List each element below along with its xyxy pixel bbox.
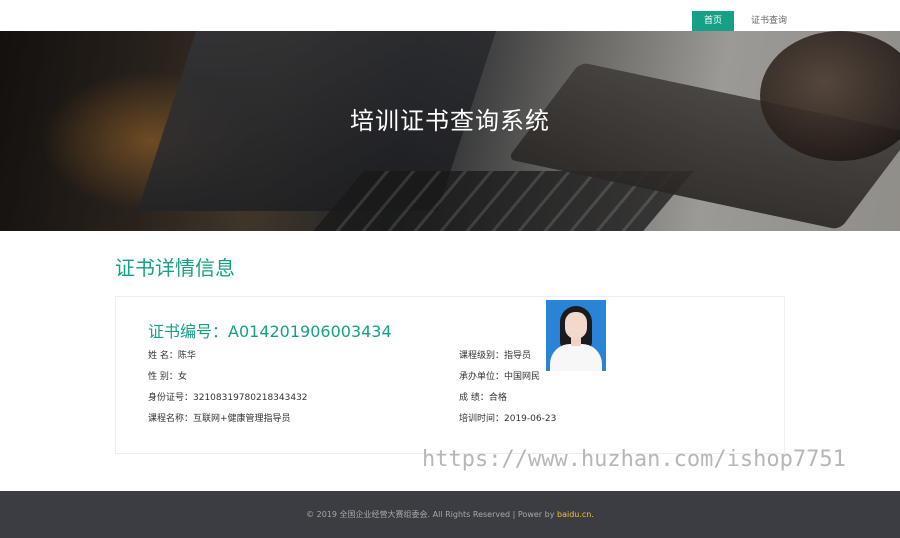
footer-copyright: © 2019 全国企业经营大赛组委会. All Rights Reserved …: [0, 509, 900, 520]
photo-face: [565, 312, 587, 339]
field-score: 成 绩：合格: [459, 393, 507, 403]
footer-power-link[interactable]: baidu.cn.: [557, 510, 594, 519]
footer-copyright-text: © 2019 全国企业经营大赛组委会. All Rights Reserved …: [306, 510, 557, 519]
holder-photo: [546, 300, 606, 371]
nav-cert-query-link[interactable]: 证书查询: [744, 11, 794, 31]
section-title: 证书详情信息: [115, 256, 235, 280]
nav-home-button[interactable]: 首页: [692, 11, 734, 31]
field-gender: 性 别：女: [148, 372, 187, 382]
top-navbar: 首页 证书查询: [0, 0, 900, 31]
field-id-number: 身份证号：32108319780218343432: [148, 393, 308, 403]
field-course-level: 课程级别：指导员: [459, 351, 532, 361]
certificate-number: 证书编号：A014201906003434: [148, 318, 392, 342]
field-organizer: 承办单位：中国网民: [459, 372, 541, 382]
certificate-number-value: A014201906003434: [228, 322, 392, 341]
field-training-date: 培训时间：2019-06-23: [459, 414, 557, 424]
field-name: 姓 名：陈华: [148, 351, 196, 361]
certificate-number-label: 证书编号：: [148, 322, 229, 341]
hero-banner: 培训证书查询系统: [0, 31, 900, 231]
watermark-text: https://www.huzhan.com/ishop7751: [422, 447, 846, 472]
banner-title: 培训证书查询系统: [350, 107, 550, 135]
field-course-name: 课程名称：互联网+健康管理指导员: [148, 414, 291, 424]
photo-body: [550, 344, 602, 371]
footer: © 2019 全国企业经营大赛组委会. All Rights Reserved …: [0, 491, 900, 538]
